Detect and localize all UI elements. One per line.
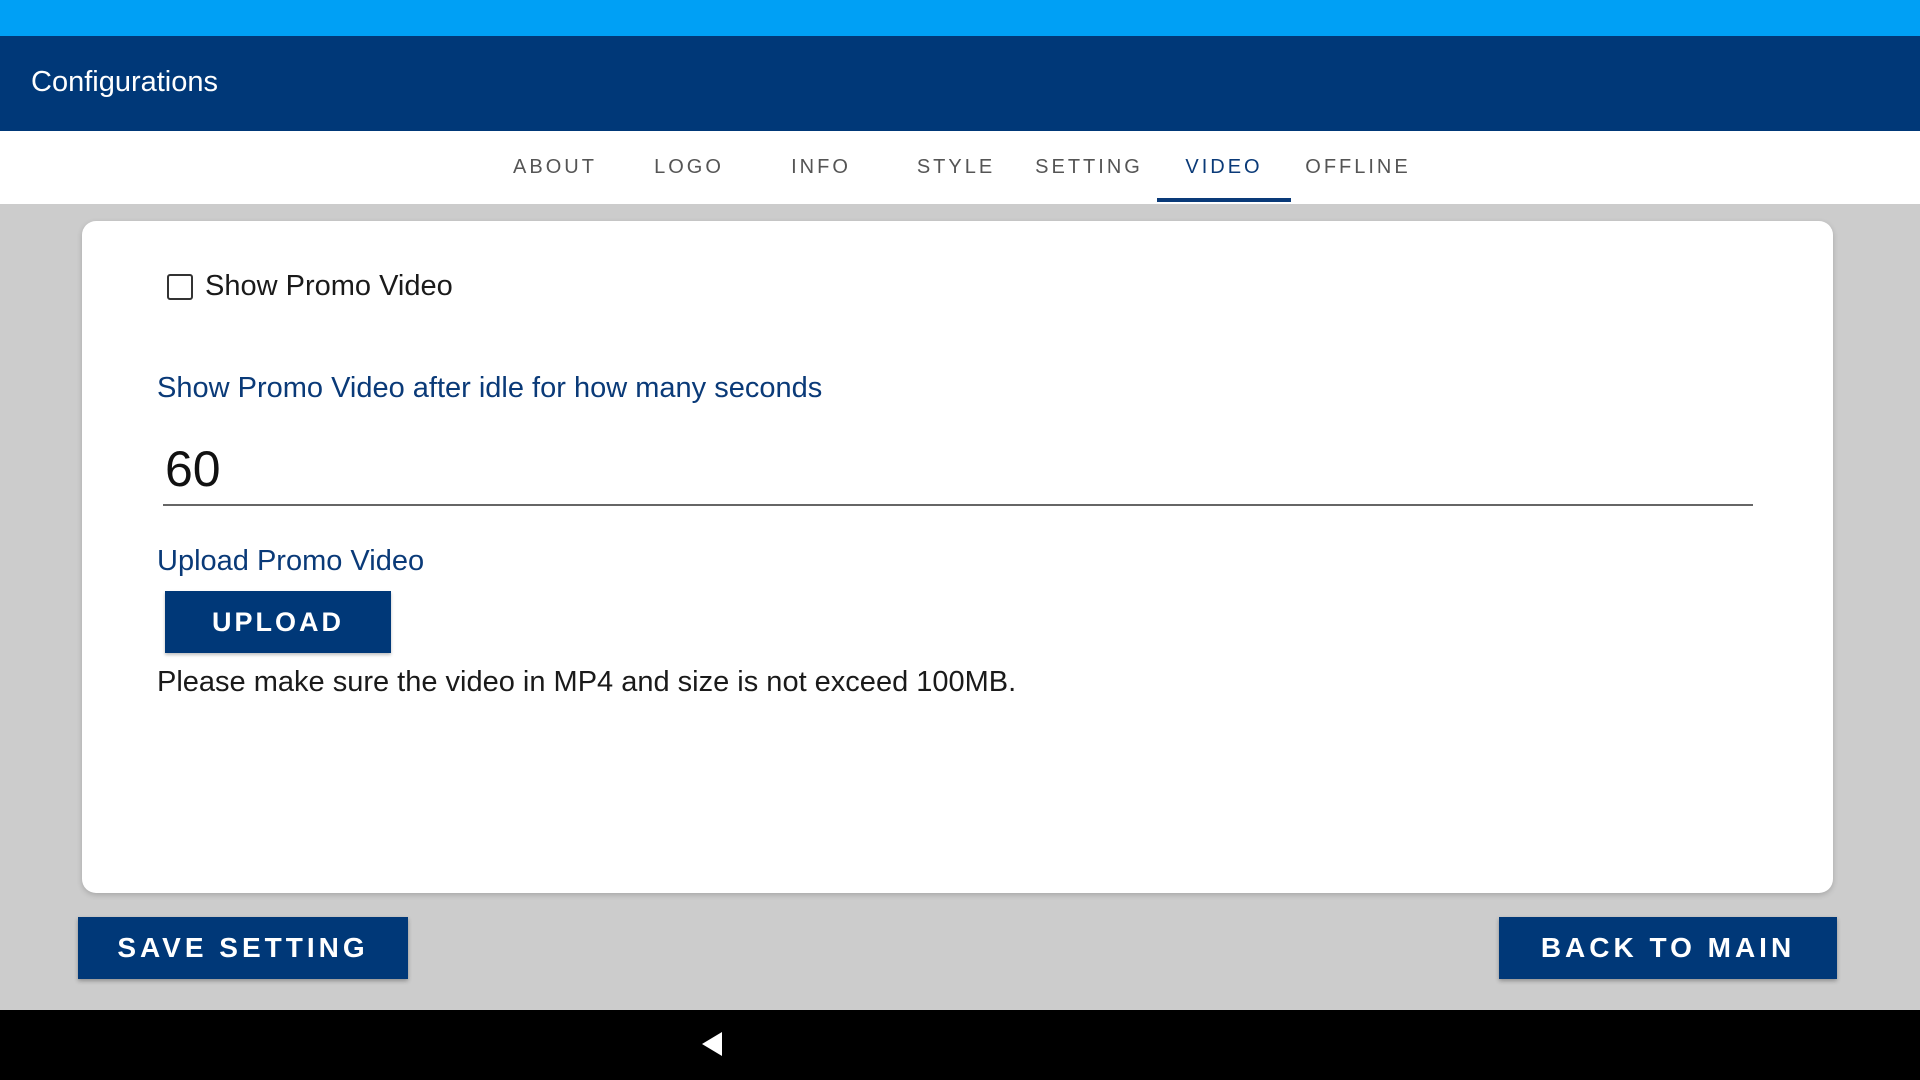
show-promo-label: Show Promo Video (205, 270, 453, 302)
tab-about[interactable]: ABOUT (500, 131, 610, 204)
tab-setting[interactable]: SETTING (1029, 131, 1149, 204)
triangle-back-icon[interactable] (700, 1030, 724, 1058)
system-nav-bar (0, 1010, 1920, 1080)
tab-bar: ABOUT LOGO INFO STYLE SETTING VIDEO OFFL… (0, 131, 1920, 204)
tab-style[interactable]: STYLE (901, 131, 1011, 204)
save-setting-button[interactable]: SAVE SETTING (78, 917, 408, 979)
tab-video[interactable]: VIDEO (1157, 131, 1291, 204)
status-bar (0, 0, 1920, 36)
tab-offline[interactable]: OFFLINE (1298, 131, 1418, 204)
app-bar: Configurations (0, 36, 1920, 131)
active-tab-indicator (1157, 198, 1291, 202)
show-promo-checkbox-row[interactable]: Show Promo Video (167, 270, 453, 303)
idle-seconds-label: Show Promo Video after idle for how many… (157, 372, 823, 404)
back-to-main-button[interactable]: BACK TO MAIN (1499, 917, 1837, 979)
tab-info[interactable]: INFO (766, 131, 876, 204)
tab-logo[interactable]: LOGO (634, 131, 744, 204)
upload-promo-label: Upload Promo Video (157, 545, 425, 577)
upload-hint-text: Please make sure the video in MP4 and si… (157, 666, 1017, 698)
idle-seconds-input[interactable] (163, 434, 1753, 506)
page-title: Configurations (31, 66, 218, 98)
show-promo-checkbox[interactable] (167, 273, 193, 300)
upload-button[interactable]: UPLOAD (165, 591, 391, 653)
